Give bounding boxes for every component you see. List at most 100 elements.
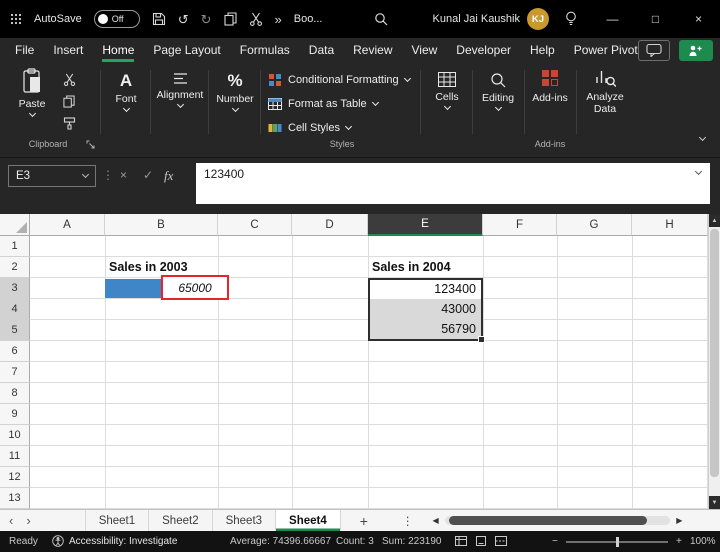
undo-icon[interactable]: ↺ [178,13,189,26]
sheet-nav-left-icon[interactable]: ‹ [9,513,13,528]
cell-styles-button[interactable]: Cell Styles [268,118,353,138]
row-header-10[interactable]: 10 [0,425,30,446]
column-header-a[interactable]: A [30,214,105,236]
format-as-table-button[interactable]: Format as Table [268,94,379,114]
column-header-g[interactable]: G [557,214,632,236]
accessibility-status[interactable]: Accessibility: Investigate [69,531,177,552]
row-header-4[interactable]: 4 [0,299,30,320]
alignment-group-button[interactable]: Alignment [154,72,206,109]
row-header-1[interactable]: 1 [0,236,30,257]
analyze-data-button[interactable]: Analyze Data [580,68,630,115]
name-box[interactable]: E3 [8,165,96,187]
zoom-slider-thumb[interactable] [616,537,619,547]
paste-button[interactable]: Paste [10,68,54,118]
search-icon[interactable] [374,12,388,26]
copy-icon[interactable] [223,12,237,26]
horizontal-scrollbar[interactable]: ◀ ▶ [432,510,682,531]
tab-view[interactable]: View [412,38,438,62]
clipboard-dialog-launcher-icon[interactable] [86,140,95,149]
scroll-right-icon[interactable]: ▶ [676,516,682,525]
tab-power-pivot[interactable]: Power Pivot [574,38,638,62]
row-header-7[interactable]: 7 [0,362,30,383]
normal-view-icon[interactable] [455,536,467,546]
scroll-down-icon[interactable]: ▼ [709,496,720,509]
workbook-name[interactable]: Boo... [294,13,323,25]
formula-bar-expand-icon[interactable] [694,167,703,176]
select-all-button[interactable] [0,214,30,236]
minimize-button[interactable]: — [591,0,634,38]
tab-sheet2[interactable]: Sheet2 [149,510,213,531]
row-header-6[interactable]: 6 [0,341,30,362]
cut-icon[interactable] [249,12,263,26]
tab-insert[interactable]: Insert [53,38,83,62]
page-break-view-icon[interactable] [495,536,507,546]
tab-sheet4-active[interactable]: Sheet4 [276,510,341,531]
horizontal-scrollbar-track[interactable] [444,516,671,525]
toolbar-overflow-icon[interactable]: » [275,13,282,26]
column-header-e[interactable]: E [368,214,483,236]
row-header-8[interactable]: 8 [0,383,30,404]
column-header-c[interactable]: C [218,214,292,236]
save-icon[interactable] [152,12,166,26]
cut-button[interactable] [58,70,80,88]
account-button[interactable]: Kunal Jai Kaushik KJ [433,8,549,30]
spreadsheet-grid[interactable]: Sales in 2003 Sales in 2004 65000 123400… [30,236,708,509]
scroll-up-icon[interactable]: ▲ [709,214,720,227]
horizontal-scrollbar-thumb[interactable] [448,516,648,525]
fill-handle[interactable] [478,336,485,343]
zoom-in-icon[interactable]: + [676,531,682,552]
redo-icon[interactable]: ↻ [201,13,212,26]
cancel-icon[interactable]: × [120,168,127,182]
tab-help[interactable]: Help [530,38,555,62]
addins-button[interactable]: Add-ins [528,68,572,104]
zoom-out-icon[interactable]: − [552,531,558,552]
font-group-button[interactable]: A Font [104,72,148,113]
cells-group-button[interactable]: Cells [424,72,470,111]
enter-icon[interactable]: ✓ [143,168,153,182]
zoom-slider[interactable] [566,537,668,547]
tab-page-layout[interactable]: Page Layout [153,38,220,62]
row-header-9[interactable]: 9 [0,404,30,425]
tab-data[interactable]: Data [309,38,334,62]
column-header-d[interactable]: D [292,214,368,236]
tab-home[interactable]: Home [102,38,134,62]
new-sheet-icon[interactable]: + [341,510,387,531]
insert-function-button[interactable]: fx [164,168,173,184]
maximize-button[interactable]: □ [634,0,677,38]
formula-bar-handle-icon[interactable]: ⋮ [102,168,114,182]
column-header-b[interactable]: B [105,214,218,236]
cell-b3-data-bar[interactable] [105,279,161,298]
vertical-scrollbar[interactable]: ▲ ▼ [708,214,720,509]
row-header-3[interactable]: 3 [0,278,30,299]
row-header-11[interactable]: 11 [0,446,30,467]
scroll-left-icon[interactable]: ◀ [432,516,438,525]
autosave-toggle[interactable]: Off [93,10,140,28]
cell-c3-highlighted[interactable]: 65000 [161,275,229,300]
tab-file[interactable]: File [15,38,34,62]
row-header-13[interactable]: 13 [0,488,30,509]
avatar[interactable]: KJ [527,8,549,30]
column-header-h[interactable]: H [632,214,708,236]
copy-button[interactable] [58,92,80,110]
conditional-formatting-button[interactable]: Conditional Formatting [268,70,411,90]
number-group-button[interactable]: % Number [212,72,258,113]
share-button[interactable] [678,39,713,61]
ribbon-collapse-icon[interactable] [698,133,707,142]
formula-input[interactable]: 123400 [196,163,710,204]
page-layout-view-icon[interactable] [475,536,487,546]
comments-button[interactable] [637,39,670,61]
format-painter-button[interactable] [58,114,80,132]
row-header-2[interactable]: 2 [0,257,30,278]
cell-e2[interactable]: Sales in 2004 [372,257,451,278]
lightbulb-icon[interactable] [565,11,577,27]
sheet-options-icon[interactable]: ⋮ [387,510,429,531]
vertical-scrollbar-thumb[interactable] [710,229,719,477]
row-header-5[interactable]: 5 [0,320,30,341]
editing-group-button[interactable]: Editing [474,72,522,112]
close-button[interactable]: × [677,0,720,38]
tab-sheet1[interactable]: Sheet1 [84,510,150,531]
tab-review[interactable]: Review [353,38,392,62]
zoom-level[interactable]: 100% [690,531,716,552]
row-header-12[interactable]: 12 [0,467,30,488]
tab-formulas[interactable]: Formulas [240,38,290,62]
